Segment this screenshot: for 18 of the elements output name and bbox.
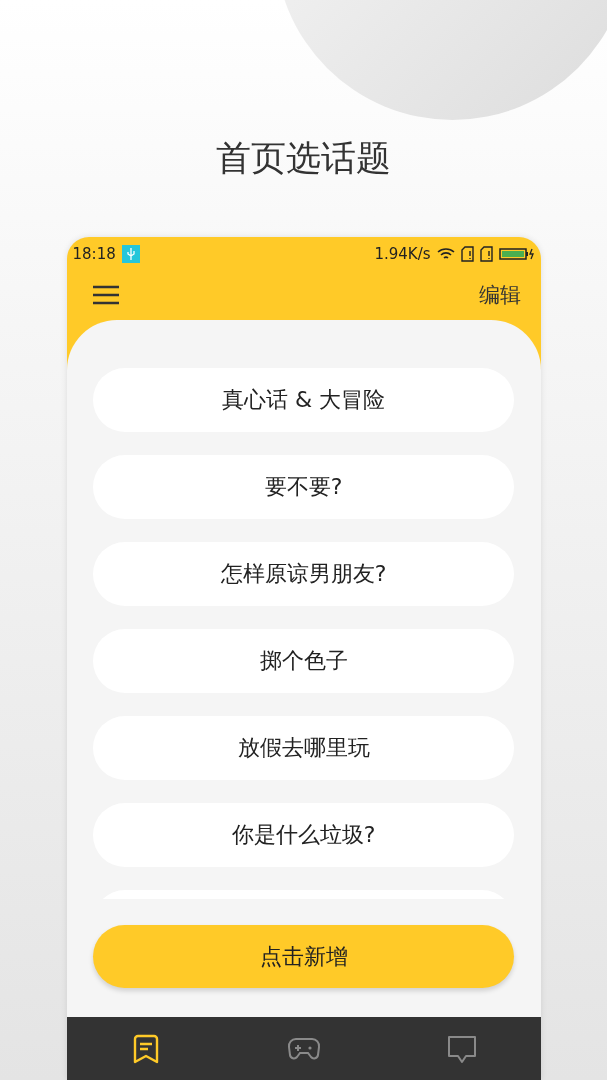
- topic-item[interactable]: 要不要?: [93, 455, 514, 519]
- topic-item[interactable]: 掷个色子: [93, 629, 514, 693]
- add-button[interactable]: 点击新增: [93, 925, 514, 988]
- topic-item[interactable]: 真心话 & 大冒险: [93, 368, 514, 432]
- topic-item[interactable]: 放假去哪里玩: [93, 716, 514, 780]
- gamepad-icon[interactable]: [286, 1035, 321, 1062]
- edit-button[interactable]: 编辑: [478, 281, 521, 309]
- network-speed: 1.94K/s: [374, 244, 431, 263]
- battery-icon: [498, 246, 535, 261]
- topic-item[interactable]: 怎样原谅男朋友?: [93, 542, 514, 606]
- page-title: 首页选话题: [216, 137, 391, 180]
- usb-icon: [121, 244, 140, 263]
- status-time: 18:18: [72, 244, 116, 263]
- topic-item[interactable]: 你是什么垃圾?: [93, 803, 514, 867]
- menu-icon[interactable]: [92, 285, 119, 305]
- sim-icon: [460, 245, 474, 262]
- wifi-icon: [436, 246, 455, 261]
- sim-icon: [479, 245, 493, 262]
